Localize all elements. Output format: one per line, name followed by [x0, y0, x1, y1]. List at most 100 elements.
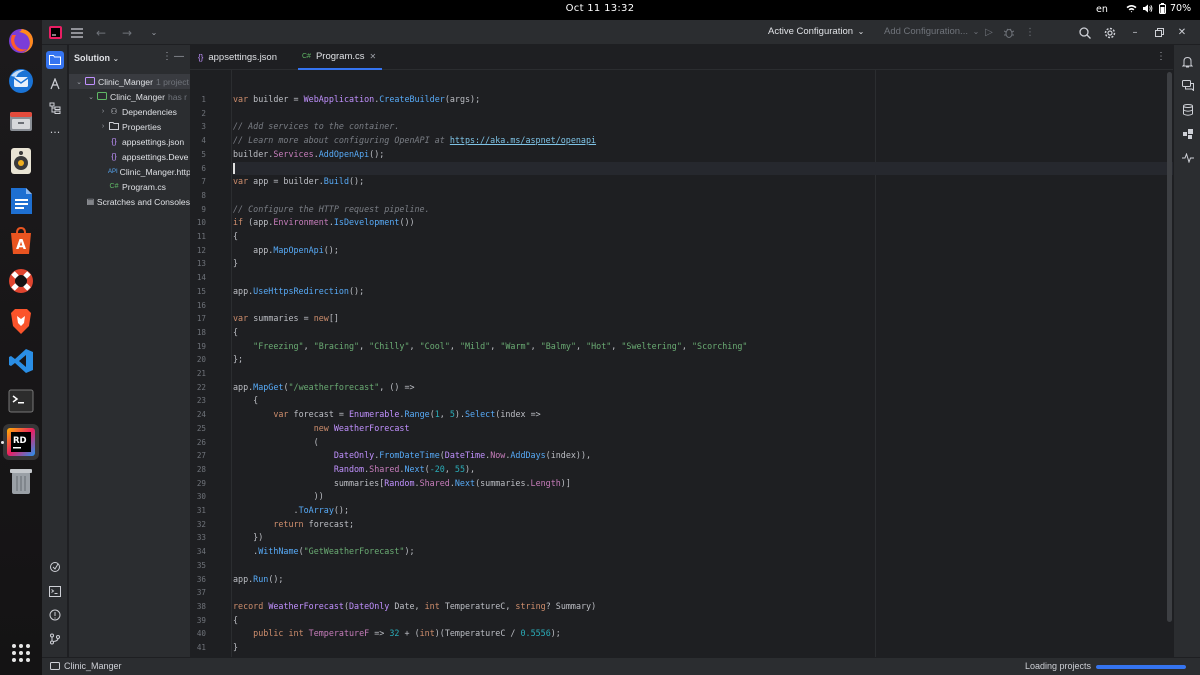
app-center-launcher[interactable]: A: [6, 226, 36, 256]
more-actions-button[interactable]: ⋮: [1023, 24, 1037, 41]
brave-launcher[interactable]: [6, 306, 36, 336]
debug-button[interactable]: [1002, 24, 1016, 41]
tab-appsettings-json[interactable]: {} appsettings.json: [198, 45, 294, 70]
add-configuration-selector[interactable]: Add Configuration... ⌄: [884, 26, 979, 37]
code-line[interactable]: [233, 271, 1173, 285]
code-editor[interactable]: var builder = WebApplication. CreateBuild…: [233, 70, 1173, 657]
editor-scrollbar[interactable]: [1167, 72, 1172, 622]
code-line[interactable]: var app = builder.Build();: [233, 175, 1173, 189]
solution-panel-title[interactable]: Solution ⌄: [74, 53, 119, 63]
system-clock[interactable]: Oct 11 13:32: [0, 3, 1200, 14]
restore-button[interactable]: [1152, 24, 1166, 41]
close-window-button[interactable]: ✕: [1174, 24, 1190, 41]
code-line[interactable]: app.MapOpenApi();: [233, 244, 1173, 258]
code-line[interactable]: var summaries = new[]: [233, 312, 1173, 326]
code-line[interactable]: app.UseHttpsRedirection();: [233, 285, 1173, 299]
tree-item-program-cs[interactable]: C# Program.cs: [69, 179, 190, 194]
structure-tool-button[interactable]: [46, 99, 64, 117]
problems-tool-button[interactable]: [46, 606, 64, 624]
code-line[interactable]: builder.Services.AddOpenApi();: [233, 148, 1173, 162]
terminal-tool-button[interactable]: [46, 582, 64, 600]
tab-options-button[interactable]: ⋮: [1156, 51, 1166, 62]
services-tool-button[interactable]: [46, 558, 64, 576]
hide-panel-button[interactable]: —: [174, 51, 184, 62]
code-line[interactable]: [233, 107, 1173, 121]
code-line[interactable]: )): [233, 490, 1173, 504]
code-line[interactable]: summaries[Random.Shared.Next(summaries.L…: [233, 477, 1173, 491]
recent-locations-button[interactable]: ⌄: [148, 24, 160, 41]
database-button[interactable]: [1179, 101, 1196, 118]
files-launcher[interactable]: [6, 106, 36, 136]
tree-item-appsettings-development[interactable]: {} appsettings.Deve: [69, 149, 190, 164]
tree-item-scratches[interactable]: ▤ Scratches and Consoles: [69, 194, 190, 209]
code-line[interactable]: {: [233, 326, 1173, 340]
forward-button[interactable]: →: [120, 24, 134, 41]
code-line[interactable]: [233, 367, 1173, 381]
code-line[interactable]: {: [233, 394, 1173, 408]
trash-launcher[interactable]: [6, 466, 36, 496]
close-tab-button[interactable]: ✕: [370, 52, 377, 61]
code-line[interactable]: [233, 161, 1173, 176]
code-line[interactable]: record WeatherForecast(DateOnly Date, in…: [233, 600, 1173, 614]
git-tool-button[interactable]: [46, 630, 64, 648]
show-apps-button[interactable]: [6, 638, 36, 668]
tree-item-appsettings[interactable]: {} appsettings.json: [69, 134, 190, 149]
panel-options-button[interactable]: ⋮: [162, 51, 172, 62]
writer-launcher[interactable]: [6, 186, 36, 216]
code-line[interactable]: [233, 559, 1173, 573]
settings-button[interactable]: [1102, 24, 1118, 41]
code-line[interactable]: // Configure the HTTP request pipeline.: [233, 203, 1173, 217]
solution-tool-button[interactable]: [46, 51, 64, 69]
tree-item-solution[interactable]: ⌄ Clinic_Manger 1 project: [69, 74, 190, 89]
help-launcher[interactable]: [6, 266, 36, 296]
tab-program-cs[interactable]: C# Program.cs ✕: [298, 45, 382, 70]
code-line[interactable]: DateOnly.FromDateTime(DateTime.Now.AddDa…: [233, 449, 1173, 463]
run-button[interactable]: ▷: [982, 24, 996, 41]
main-menu-button[interactable]: [69, 24, 85, 41]
project-breadcrumb[interactable]: Clinic_Manger: [50, 661, 122, 671]
code-line[interactable]: "Freezing", "Bracing", "Chilly", "Cool",…: [233, 340, 1173, 354]
code-line[interactable]: var forecast = Enumerable.Range(1, 5).Se…: [233, 408, 1173, 422]
tree-item-project[interactable]: ⌄ Clinic_Manger has r: [69, 89, 190, 104]
tree-item-dependencies[interactable]: › ⚇ Dependencies: [69, 104, 190, 119]
firefox-launcher[interactable]: [6, 26, 36, 56]
code-line[interactable]: Random.Shared.Next(-20, 55),: [233, 463, 1173, 477]
ai-assistant-button[interactable]: [1179, 77, 1196, 94]
code-line[interactable]: if (app.Environment.IsDevelopment()): [233, 216, 1173, 230]
thunderbird-launcher[interactable]: [6, 66, 36, 96]
system-status-area[interactable]: 70%: [1126, 3, 1191, 14]
tree-item-http-file[interactable]: API Clinic_Manger.http: [69, 164, 190, 179]
code-line[interactable]: [233, 586, 1173, 600]
run-configuration-selector[interactable]: Active Configuration ⌄: [768, 26, 864, 37]
monitoring-button[interactable]: [1179, 149, 1196, 166]
vscode-launcher[interactable]: [6, 346, 36, 376]
nuget-button[interactable]: [1179, 125, 1196, 142]
more-tool-windows-button[interactable]: ···: [46, 123, 64, 141]
rider-logo[interactable]: [47, 24, 63, 41]
code-line[interactable]: [233, 299, 1173, 313]
minimize-button[interactable]: –: [1128, 24, 1142, 41]
rider-launcher[interactable]: RD: [3, 424, 39, 460]
code-line[interactable]: .WithName("GetWeatherForecast");: [233, 545, 1173, 559]
code-line[interactable]: {: [233, 614, 1173, 628]
rhythmbox-launcher[interactable]: [6, 146, 36, 176]
back-button[interactable]: ←: [94, 24, 108, 41]
explorer-tool-button[interactable]: [46, 75, 64, 93]
code-line[interactable]: .ToArray();: [233, 504, 1173, 518]
tree-item-properties[interactable]: › Properties: [69, 119, 190, 134]
code-line[interactable]: public int TemperatureF => 32 + (int)(Te…: [233, 627, 1173, 641]
input-language-indicator[interactable]: en: [1096, 4, 1108, 15]
code-line[interactable]: // Add services to the container.: [233, 120, 1173, 134]
code-line[interactable]: var builder = WebApplication.CreateBuild…: [233, 93, 1173, 107]
code-line[interactable]: app.MapGet("/weatherforecast", () =>: [233, 381, 1173, 395]
code-line[interactable]: [233, 189, 1173, 203]
code-line[interactable]: }): [233, 531, 1173, 545]
code-line[interactable]: new WeatherForecast: [233, 422, 1173, 436]
terminal-launcher[interactable]: [6, 386, 36, 416]
code-line[interactable]: {: [233, 230, 1173, 244]
code-line[interactable]: }: [233, 257, 1173, 271]
code-line[interactable]: app.Run();: [233, 573, 1173, 587]
search-everywhere-button[interactable]: [1077, 24, 1093, 41]
code-line[interactable]: }: [233, 641, 1173, 655]
code-line[interactable]: };: [233, 353, 1173, 367]
